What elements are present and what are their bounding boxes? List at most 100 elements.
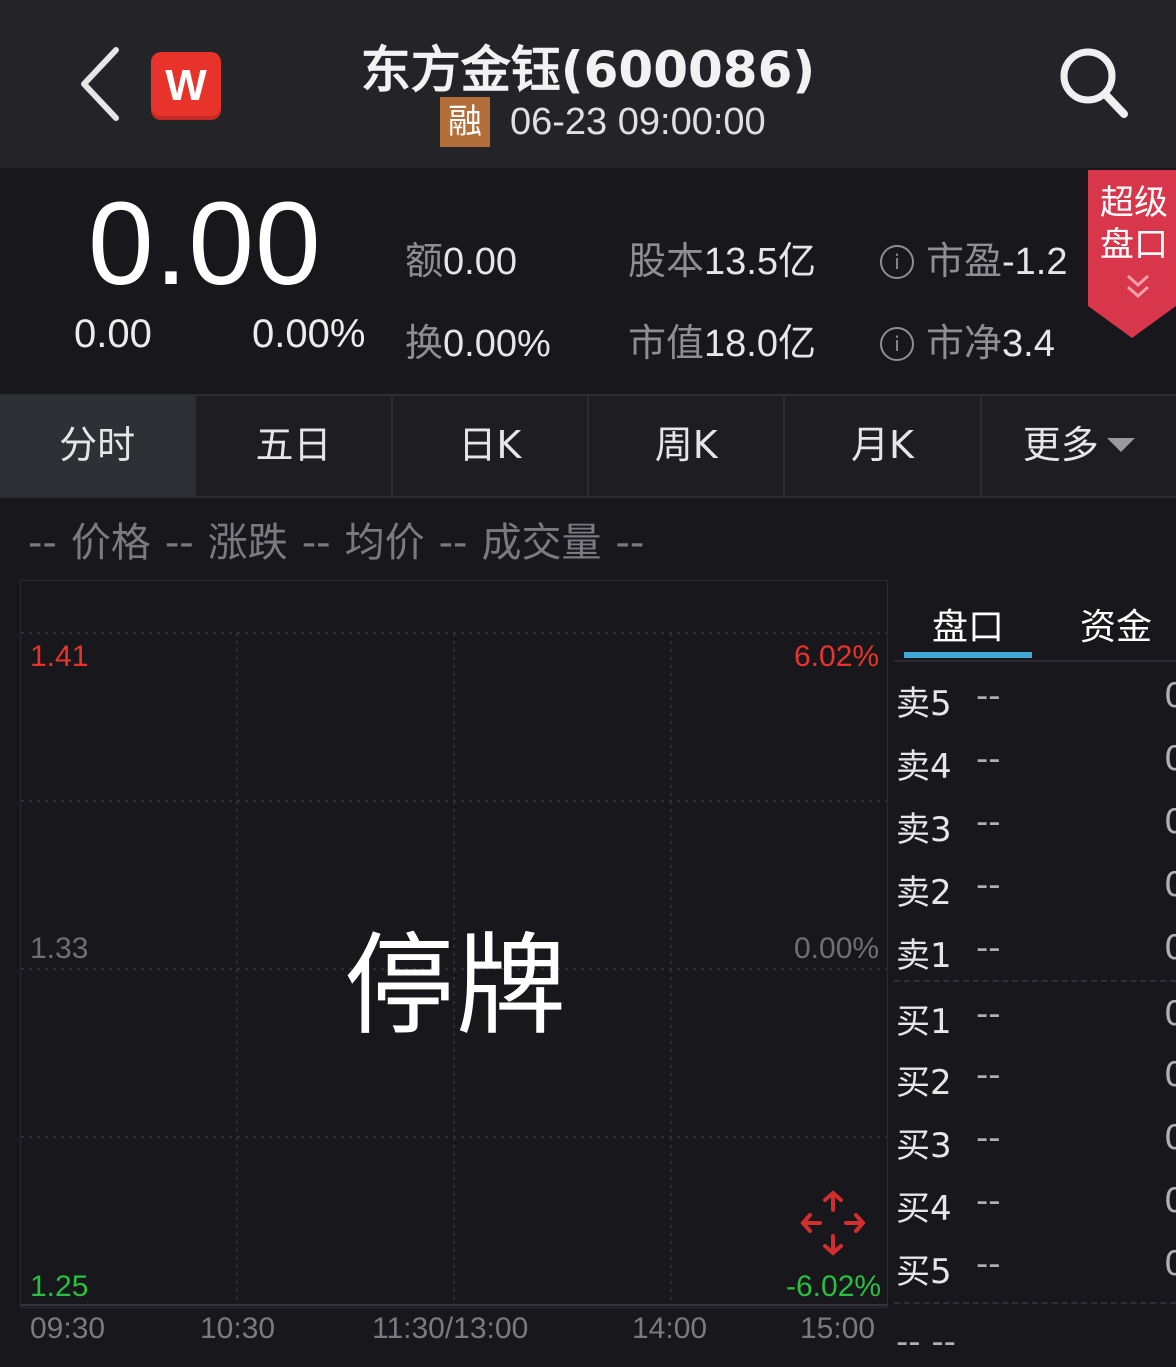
sell-label: 卖5 (896, 684, 952, 724)
x-label-1030: 10:30 (200, 1312, 276, 1345)
price-change-pct: 0.00% (252, 312, 366, 356)
buy-price: -- (976, 1118, 1001, 1158)
buy-label: 买2 (896, 1063, 952, 1103)
book-footer-divider (894, 1302, 1176, 1304)
tab-funds[interactable]: 资金 (1080, 598, 1152, 650)
buy-volume: 0 (1164, 1055, 1176, 1095)
pe-stat[interactable]: i 市盈-1.2 (880, 230, 1068, 285)
current-price: 0.00 (88, 178, 322, 310)
double-chevron-down-icon (1126, 274, 1150, 299)
y-label-top: 1.41 (30, 640, 89, 673)
x-label-1400: 14:00 (632, 1312, 708, 1345)
buy-row-4: 买4 -- 0 (896, 1181, 1176, 1229)
pe-label: 市盈 (926, 239, 1003, 283)
sell-label: 卖2 (896, 873, 952, 913)
super-label-line2: 盘口 (1100, 225, 1168, 265)
market-cap-value: 18.0亿 (704, 323, 816, 365)
pct-label-top: 6.02% (794, 640, 880, 673)
pb-stat[interactable]: i 市净3.4 (880, 312, 1055, 367)
amount-label: 额 (405, 239, 444, 283)
sell-volume: 0 (1164, 865, 1176, 905)
caret-down-icon (1106, 438, 1135, 452)
expand-arrows-icon[interactable] (800, 1190, 866, 1256)
legend-dash: -- (28, 520, 57, 566)
buy-label: 买1 (896, 1002, 952, 1042)
page-title: 东方金钰(600086) (360, 41, 816, 99)
buy-row-5: 买5 -- 0 (896, 1244, 1176, 1292)
tab-more[interactable]: 更多 (982, 396, 1176, 496)
tab-five-day[interactable]: 五日 (196, 396, 393, 496)
legend-volume: 成交量 (481, 520, 602, 566)
legend-dash: -- (438, 520, 468, 566)
panel-divider (894, 660, 1176, 662)
buy-row-2: 买2 -- 0 (896, 1055, 1176, 1103)
sell-volume: 0 (1164, 802, 1176, 842)
book-divider (894, 980, 1176, 982)
buy-price: -- (976, 1181, 1001, 1221)
sell-label: 卖1 (896, 936, 952, 976)
buy-row-3: 买3 -- 0 (896, 1118, 1176, 1166)
amount-stat: 额0.00 (405, 230, 517, 285)
legend-dash: -- (164, 520, 194, 566)
price-change: 0.00 (74, 312, 152, 356)
sell-price: -- (976, 676, 1001, 716)
tab-intraday[interactable]: 分时 (0, 396, 197, 496)
buy-row-1: 买1 -- 0 (896, 994, 1176, 1042)
x-label-1130: 11:30/13:00 (372, 1312, 529, 1345)
amount-value: 0.00 (443, 241, 517, 283)
sell-volume: 0 (1164, 739, 1176, 779)
tab-monthly-k[interactable]: 月K (785, 396, 982, 496)
buy-price: -- (976, 1244, 1001, 1284)
share-capital-label: 股本 (628, 239, 705, 283)
turnover-label: 换 (405, 321, 444, 365)
buy-volume: 0 (1164, 1118, 1176, 1158)
super-orderbook-label: 超级 盘口 (1100, 182, 1168, 266)
pct-label-mid: 0.00% (794, 932, 880, 965)
buy-label: 买4 (896, 1189, 952, 1229)
pe-value: -1.2 (1002, 241, 1068, 283)
x-label-1500: 15:00 (800, 1312, 876, 1345)
subtitle-row: 融 06-23 09:00:00 (440, 96, 766, 148)
market-cap-stat: 市值18.0亿 (628, 312, 816, 367)
buy-label: 买3 (896, 1126, 952, 1166)
buy-volume: 0 (1164, 1181, 1176, 1221)
y-label-mid: 1.33 (30, 932, 89, 965)
sell-price: -- (976, 865, 1001, 905)
sell-row-1: 卖1 -- 0 (896, 928, 1176, 976)
legend-avg: 均价 (344, 520, 425, 566)
tab-orderbook[interactable]: 盘口 (932, 598, 1004, 650)
turnover-stat: 换0.00% (405, 312, 551, 367)
legend-dash: -- (301, 520, 331, 566)
buy-volume: 0 (1164, 1244, 1176, 1284)
legend-dash: -- (615, 520, 645, 566)
sell-volume: 0 (1164, 928, 1176, 968)
sell-label: 卖4 (896, 747, 952, 787)
turnover-value: 0.00% (443, 323, 551, 365)
margin-badge: 融 (440, 97, 490, 147)
x-label-0930: 09:30 (30, 1312, 106, 1345)
buy-price: -- (976, 994, 1001, 1034)
info-icon[interactable]: i (880, 327, 914, 361)
chart-legend: -- 价格 -- 涨跌 -- 均价 -- 成交量 -- (28, 510, 658, 568)
trading-halt-label: 停牌 (344, 922, 568, 1050)
tab-weekly-k[interactable]: 周K (589, 396, 786, 496)
buy-volume: 0 (1164, 994, 1176, 1034)
sell-row-2: 卖2 -- 0 (896, 865, 1176, 913)
buy-label: 买5 (896, 1252, 952, 1292)
super-label-line1: 超级 (1100, 183, 1168, 223)
buy-price: -- (976, 1055, 1001, 1095)
pb-value: 3.4 (1002, 323, 1055, 365)
period-tabs: 分时 五日 日K 周K 月K 更多 (0, 394, 1176, 498)
tab-daily-k[interactable]: 日K (393, 396, 589, 496)
info-icon[interactable]: i (880, 245, 914, 279)
sell-label: 卖3 (896, 810, 952, 850)
y-label-bottom: 1.25 (30, 1270, 89, 1303)
share-capital-value: 13.5亿 (704, 241, 816, 283)
quote-datetime: 06-23 09:00:00 (510, 100, 766, 143)
pct-label-bottom: -6.02% (786, 1270, 882, 1303)
search-icon[interactable] (1056, 42, 1132, 122)
legend-change: 涨跌 (207, 520, 288, 566)
sell-price: -- (976, 802, 1001, 842)
sell-price: -- (976, 928, 1001, 968)
sell-volume: 0 (1164, 676, 1176, 716)
